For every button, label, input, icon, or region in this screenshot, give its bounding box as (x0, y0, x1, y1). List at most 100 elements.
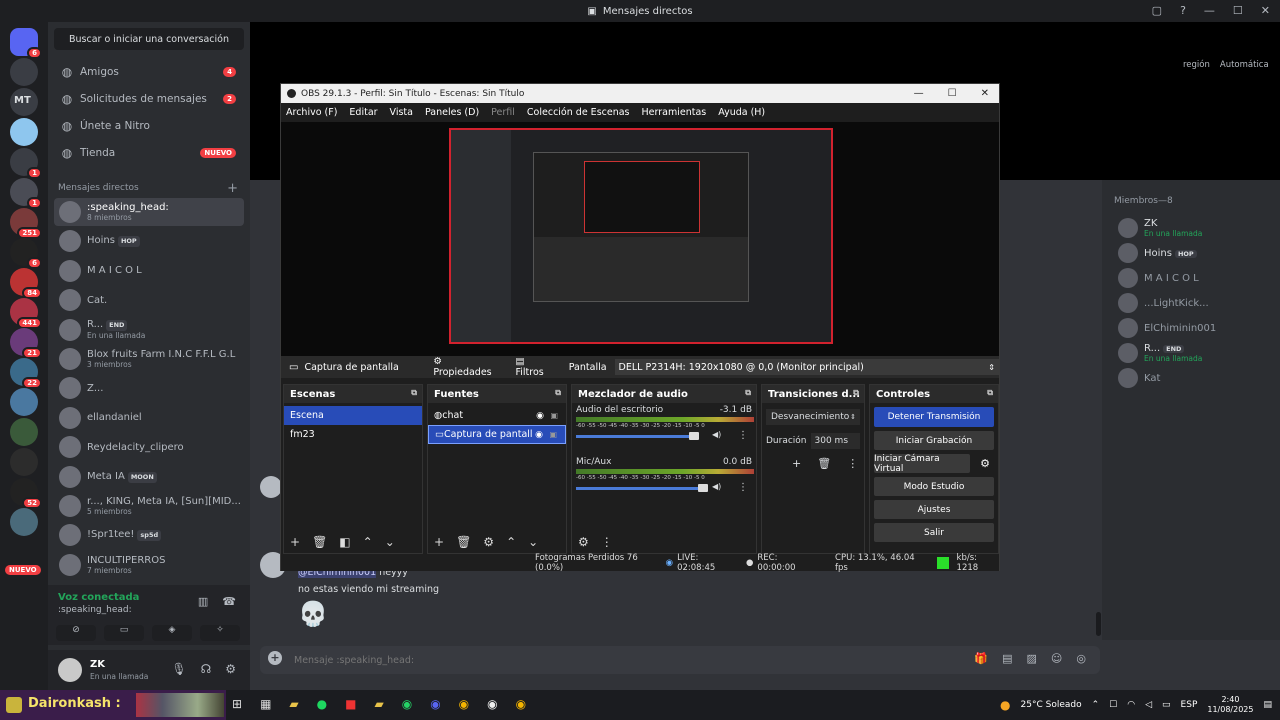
settings-gear-icon[interactable]: ⚙ (225, 662, 236, 676)
visibility-eye-icon[interactable]: ◉ (535, 430, 543, 440)
dm-item[interactable]: R... END En una llamada (54, 316, 244, 344)
nav-item-tienda[interactable]: ◍ Tienda NUEVO (54, 141, 244, 165)
control-button-5[interactable]: Salir (874, 523, 994, 542)
nav-item-únete[interactable]: ◍ Únete a Nitro (54, 114, 244, 138)
mic-icon[interactable]: 🎙 (171, 662, 186, 676)
more-icon[interactable]: ⋮ (738, 482, 748, 493)
weather-widget[interactable]: 25°C Soleado (1021, 700, 1082, 710)
trash-icon[interactable]: 🗑 (817, 457, 831, 470)
dm-item[interactable]: Meta IA MOON (54, 463, 244, 491)
control-button-0[interactable]: Detener Transmisión (874, 407, 994, 427)
gif-icon[interactable]: ▤ (1002, 652, 1012, 665)
member-item[interactable]: ZK En una llamada (1118, 218, 1202, 238)
dm-item[interactable]: Cat. (54, 286, 244, 314)
server-icon[interactable]: 6 (10, 238, 42, 269)
volume-slider-handle[interactable] (698, 484, 708, 492)
chrome-icon[interactable]: ◉ (459, 697, 469, 711)
chevron-up-icon[interactable]: ⌃ (363, 535, 373, 549)
lock-icon[interactable]: ▣ (550, 411, 558, 420)
disconnect-icon[interactable]: ☎ (222, 595, 236, 608)
apps-icon[interactable]: ◎ (1076, 652, 1086, 665)
gear-icon[interactable]: ⚙ (483, 535, 494, 549)
server-icon[interactable]: 84 (10, 268, 42, 299)
obs-menu-item[interactable]: Archivo (F) (286, 107, 337, 118)
task-view-icon[interactable]: ⊞ (232, 697, 242, 711)
control-button-4[interactable]: Ajustes (874, 500, 994, 519)
app-icon[interactable]: ■ (345, 697, 356, 711)
calculator-icon[interactable]: ▦ (260, 697, 271, 711)
speaker-icon[interactable]: ◀) (712, 430, 721, 439)
lock-icon[interactable]: ▣ (549, 430, 557, 439)
dm-item[interactable]: Hoins HOP (54, 227, 244, 255)
chevron-down-icon[interactable]: ⌄ (528, 535, 538, 549)
obs-icon[interactable]: ◉ (487, 697, 497, 711)
server-icon[interactable] (10, 118, 38, 146)
avatar[interactable] (58, 658, 82, 682)
discord-icon[interactable]: ◉ (430, 697, 440, 711)
obs-menu-item[interactable]: Ayuda (H) (718, 107, 765, 118)
add-dm-icon[interactable]: + (227, 181, 238, 196)
obs-menu-item[interactable]: Editar (349, 107, 377, 118)
screen-share-button[interactable]: ▭ (104, 625, 144, 641)
volume-slider-handle[interactable] (689, 432, 699, 440)
gift-icon[interactable]: 🎁 (974, 652, 988, 665)
minimize-button[interactable]: — (1204, 4, 1215, 17)
server-icon[interactable]: 52 (10, 478, 42, 509)
undock-icon[interactable]: ⧉ (853, 388, 859, 398)
more-icon[interactable]: ⋮ (847, 457, 858, 470)
signal-icon[interactable]: ▥ (198, 595, 208, 608)
server-icon[interactable] (10, 448, 38, 476)
camera-off-button[interactable]: ⊘ (56, 625, 96, 641)
activity-button[interactable]: ◈ (152, 625, 192, 641)
virtual-camera-settings-icon[interactable]: ⚙ (980, 457, 990, 470)
taskbar-user-widget[interactable]: Daironkash : (0, 690, 226, 720)
dm-item[interactable]: INCULTIPERROS 7 miembros (54, 551, 244, 579)
control-button-1[interactable]: Iniciar Grabación (874, 431, 994, 450)
obs-menu-item[interactable]: Paneles (D) (425, 107, 479, 118)
headset-icon[interactable]: ☊ (201, 662, 212, 676)
undock-icon[interactable]: ⧉ (555, 388, 561, 398)
tray-app-icon[interactable]: ☐ (1109, 700, 1117, 710)
inbox-button-icon[interactable]: ▢ (1152, 4, 1162, 17)
filter-icon[interactable]: ◧ (339, 535, 350, 549)
mixer-settings-icon[interactable]: ⚙ (578, 535, 589, 549)
obs-menu-item[interactable]: Vista (390, 107, 413, 118)
scene-item[interactable]: Escena (284, 406, 422, 425)
chevron-up-icon[interactable]: ⌃ (506, 535, 516, 549)
notification-icon[interactable]: ▤ (1263, 700, 1272, 710)
more-icon[interactable]: ⋮ (738, 430, 748, 441)
server-icon[interactable] (10, 418, 38, 446)
undock-icon[interactable]: ⧉ (745, 388, 751, 398)
wifi-icon[interactable]: ◠ (1127, 700, 1135, 710)
clock[interactable]: 2:40 11/08/2025 (1207, 695, 1253, 715)
properties-button[interactable]: ⚙ Propiedades (427, 356, 507, 378)
file-explorer-icon[interactable]: ▰ (289, 697, 298, 711)
region-selector[interactable]: regiónAutomática⌃ (1183, 60, 1280, 70)
server-icon[interactable]: 251 (10, 208, 42, 239)
member-item[interactable]: Hoins HOP (1118, 243, 1197, 263)
speaker-icon[interactable]: ◀) (712, 482, 721, 491)
dm-item[interactable]: Blox fruits Farm I.N.C F.F.L G.L 3 miembr… (54, 345, 244, 373)
message-input-box[interactable]: + 🎁 ▤ ▨ ☺ ◎ (260, 646, 1100, 674)
search-conversation-button[interactable]: Buscar o iniciar una conversación (54, 28, 244, 50)
soundboard-button[interactable]: ✧ (200, 625, 240, 641)
obs-minimize-button[interactable]: — (914, 88, 924, 99)
volume-icon[interactable]: ◁ (1145, 700, 1152, 710)
server-icon[interactable]: 441 (10, 298, 42, 329)
message-input[interactable] (294, 652, 894, 668)
tray-chevron-icon[interactable]: ⌃ (1092, 700, 1100, 710)
dm-item[interactable]: Reydelacity_clipero (54, 433, 244, 461)
avatar[interactable] (260, 476, 282, 498)
visibility-eye-icon[interactable]: ◉ (536, 411, 544, 421)
member-item[interactable]: Kat (1118, 368, 1160, 388)
control-button-3[interactable]: Modo Estudio (874, 477, 994, 496)
member-item[interactable]: M A I C O L (1118, 268, 1199, 288)
server-icon[interactable] (10, 58, 38, 86)
transition-select[interactable]: Desvanecimiento ⇕ (766, 409, 860, 425)
sticker-icon[interactable]: ▨ (1027, 652, 1037, 665)
obs-menu-item[interactable]: Herramientas (642, 107, 707, 118)
scene-item[interactable]: fm23 (284, 425, 422, 444)
dm-item[interactable]: Z... (54, 374, 244, 402)
member-item[interactable]: ElChiminin001 (1118, 318, 1216, 338)
server-icon[interactable]: 6 (10, 28, 42, 59)
